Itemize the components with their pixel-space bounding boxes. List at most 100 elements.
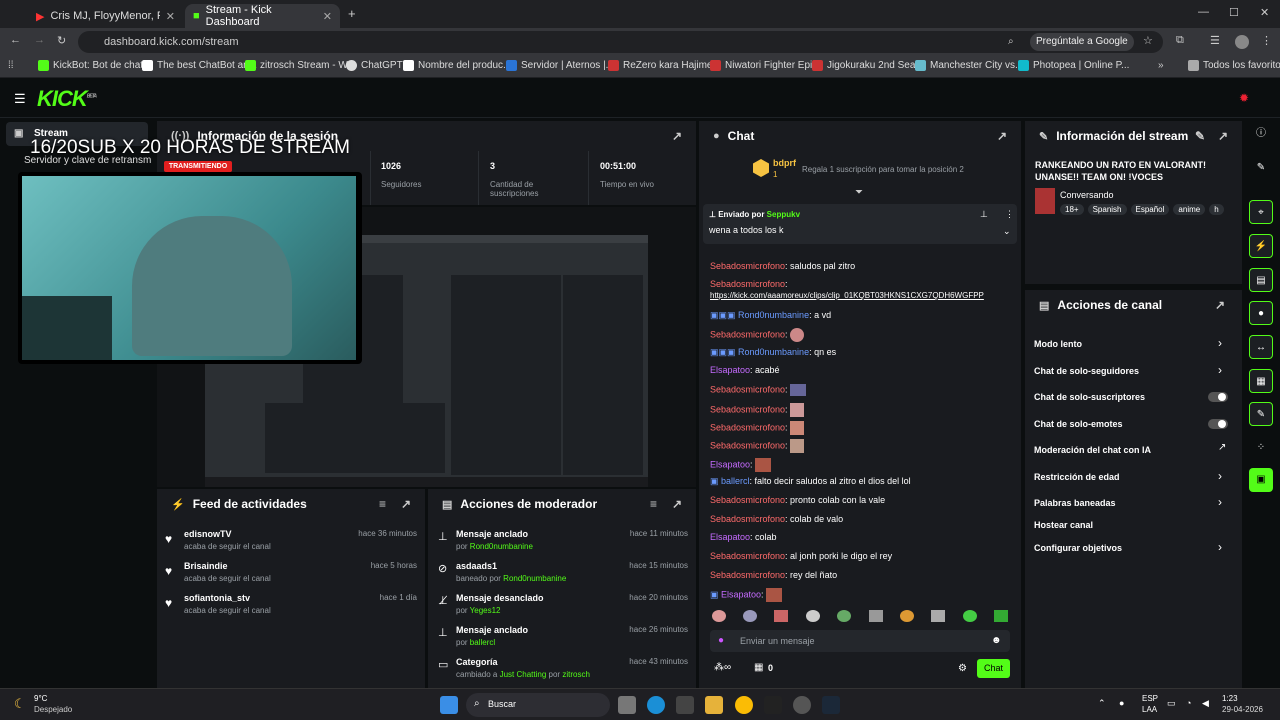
media-icon[interactable]: ☰	[1210, 34, 1220, 47]
chat-user[interactable]: Sebadosmicrofono	[710, 404, 785, 414]
zoom-icon[interactable]: ⌕	[1008, 36, 1014, 47]
emote-icon[interactable]	[963, 610, 977, 622]
chevron-right-icon[interactable]: ›	[1218, 469, 1222, 483]
emote-icon[interactable]	[869, 610, 883, 622]
chat-user[interactable]: Sebadosmicrofono	[710, 422, 785, 432]
tab-stream-dashboard[interactable]: ■ Stream - Kick Dashboard ✕	[185, 4, 340, 28]
tag[interactable]: h	[1209, 204, 1224, 215]
action-set-goals[interactable]: Configurar objetivos	[1034, 543, 1122, 553]
tag[interactable]: anime	[1173, 204, 1206, 215]
chat-user[interactable]: Sebadosmicrofono	[710, 570, 785, 580]
popout-icon[interactable]: ↗	[401, 497, 411, 511]
apps-icon[interactable]: ⁘	[1249, 436, 1273, 460]
emote-icon[interactable]	[774, 610, 788, 622]
wifi-icon[interactable]: ◔	[1186, 698, 1191, 708]
filter-icon[interactable]: ≡	[379, 497, 386, 511]
action-host-channel[interactable]: Hostear canal	[1034, 520, 1093, 530]
language[interactable]: ESP	[1142, 694, 1158, 703]
bookmark[interactable]: KickBot: Bot de chat...	[38, 60, 151, 71]
chevron-right-icon[interactable]: ›	[1218, 363, 1222, 377]
category-name[interactable]: Conversando	[1060, 190, 1114, 200]
action-age-restriction[interactable]: Restricción de edad	[1034, 472, 1120, 482]
mod-user[interactable]: Rond0numbanine	[503, 574, 566, 583]
profile-avatar[interactable]	[1235, 35, 1249, 49]
edge-icon[interactable]	[647, 696, 665, 714]
action-slow-mode[interactable]: Modo lento	[1034, 339, 1082, 349]
network-icon[interactable]: ▭	[1167, 698, 1176, 709]
task-view-icon[interactable]	[618, 696, 636, 714]
bookmark[interactable]: ChatGPT	[346, 60, 403, 71]
chat-user[interactable]: Sebadosmicrofono	[710, 261, 785, 271]
bookmark[interactable]: The best ChatBot an...	[142, 60, 257, 71]
chat-icon[interactable]: ●	[1249, 301, 1273, 325]
chat-user[interactable]: Sebadosmicrofono	[710, 440, 785, 450]
emote-icon[interactable]	[837, 610, 851, 622]
action-banned-words[interactable]: Palabras baneadas	[1034, 498, 1116, 508]
maximize-icon[interactable]: ☐	[1229, 6, 1239, 19]
file-explorer-icon[interactable]	[705, 696, 723, 714]
mod-user[interactable]: Yeges12	[470, 606, 501, 615]
chat-user[interactable]: Elsapatoo	[710, 365, 750, 375]
kick-logo[interactable]: KICKBETA	[37, 86, 97, 112]
bookmark[interactable]: Nombre del produc...	[403, 60, 511, 71]
back-icon[interactable]: ←	[10, 34, 21, 46]
steam-icon[interactable]	[822, 696, 840, 714]
chat-user[interactable]: Rond0numbanine	[738, 310, 809, 320]
bookmark[interactable]: zitrosch Stream - W...	[245, 60, 356, 71]
forward-icon[interactable]: →	[34, 34, 45, 46]
chat-user[interactable]: Sebadosmicrofono	[710, 551, 785, 561]
more-icon[interactable]: ⋮	[1005, 209, 1014, 220]
gear-icon[interactable]: ⚙	[958, 663, 967, 674]
edit-icon[interactable]: ✎	[1249, 156, 1273, 180]
close-icon[interactable]: ✕	[166, 10, 175, 23]
volume-icon[interactable]: ◀	[1202, 698, 1209, 709]
unpin-icon[interactable]: ⊥	[980, 209, 988, 220]
popout-icon[interactable]: ↗	[1218, 129, 1228, 143]
mod-user[interactable]: zitrosch	[562, 670, 590, 679]
emotes-only-toggle[interactable]	[1208, 419, 1228, 429]
doc-icon[interactable]: ▤	[1249, 268, 1273, 292]
popout-icon[interactable]: ↗	[672, 497, 682, 511]
all-bookmarks[interactable]: Todos los favoritos	[1188, 60, 1280, 71]
emoji-icon[interactable]: ☻	[991, 635, 1002, 646]
menu-icon[interactable]: ⋮	[1261, 34, 1272, 47]
extensions-icon[interactable]: ⧉	[1176, 34, 1184, 47]
obs-icon[interactable]	[793, 696, 811, 714]
app-icon[interactable]	[676, 696, 694, 714]
tag[interactable]: 18+	[1060, 204, 1084, 215]
popout-icon[interactable]: ↗	[1215, 298, 1225, 312]
new-tab-icon[interactable]: +	[348, 6, 356, 21]
apps-icon[interactable]: ⁞⁞	[8, 60, 14, 71]
mic-icon[interactable]: ●	[1119, 698, 1124, 708]
chat-user[interactable]: Elsapatoo	[710, 459, 750, 469]
chevron-right-icon[interactable]: ›	[1218, 540, 1222, 554]
filter-icon[interactable]: ≡	[650, 497, 657, 511]
chat-input[interactable]: ● Enviar un mensaje ☻	[710, 630, 1010, 652]
emote-icon[interactable]	[806, 610, 820, 622]
tag[interactable]: Español	[1130, 204, 1170, 215]
bolt-icon[interactable]: ⚡	[1249, 234, 1273, 258]
chat-user[interactable]: ballercl	[721, 476, 750, 486]
minimize-icon[interactable]: —	[1198, 6, 1209, 18]
mod-user[interactable]: ballercl	[470, 638, 495, 647]
hamburger-menu-icon[interactable]: ☰	[14, 91, 26, 107]
emote-icon[interactable]	[931, 610, 945, 622]
bookmark[interactable]: Jigokuraku 2nd Sea...	[812, 60, 924, 71]
chevron-right-icon[interactable]: ›	[1218, 495, 1222, 509]
taskbar-search[interactable]: ⌕ Buscar	[466, 693, 610, 717]
user-avatar[interactable]: ✹	[1239, 91, 1249, 105]
chat-user[interactable]: Rond0numbanine	[738, 347, 809, 357]
subs-only-toggle[interactable]	[1208, 392, 1228, 402]
popout-icon[interactable]: ↗	[672, 129, 682, 143]
bookmark[interactable]: Manchester City vs...	[915, 60, 1023, 71]
emote-icon[interactable]	[743, 610, 757, 622]
emote-icon[interactable]	[994, 610, 1008, 622]
chat-user[interactable]: Sebadosmicrofono	[710, 279, 785, 289]
url-field[interactable]: dashboard.kick.com/stream	[78, 31, 1163, 53]
chrome-icon[interactable]	[735, 696, 753, 714]
wrench-icon[interactable]: ✎	[1249, 402, 1273, 426]
action-ai-moderation[interactable]: Moderación del chat con IA	[1034, 445, 1151, 455]
chat-user[interactable]: Sebadosmicrofono	[710, 514, 785, 524]
settings-dots-icon[interactable]: ⁂∞	[714, 662, 731, 673]
send-chat-button[interactable]: Chat	[977, 659, 1010, 678]
